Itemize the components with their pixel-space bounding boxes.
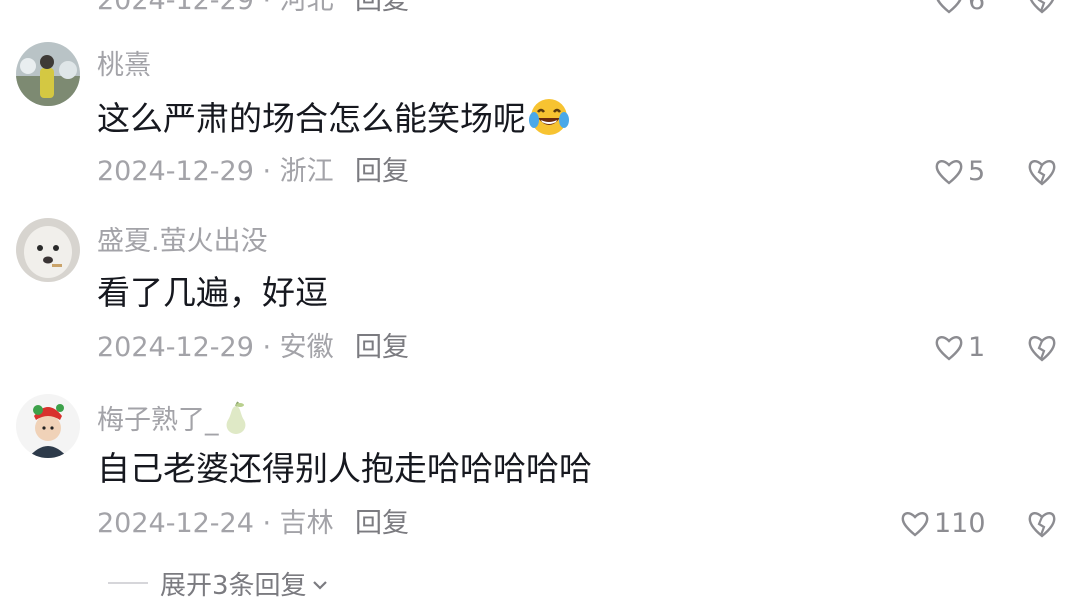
pear-icon xyxy=(221,401,251,435)
comment-username[interactable]: 梅子熟了_ xyxy=(97,401,251,438)
like-button[interactable]: 110 xyxy=(900,507,986,541)
dislike-button[interactable] xyxy=(1026,156,1058,188)
partial-reply-button[interactable]: 回复 xyxy=(355,0,409,18)
like-count: 110 xyxy=(934,508,986,539)
comment-text: 这么严肃的场合怎么能笑场呢 xyxy=(97,96,570,140)
partial-dislike-button[interactable] xyxy=(1026,0,1058,16)
expand-replies-button[interactable]: 展开3条回复 xyxy=(108,566,329,601)
comment-meta: 2024-12-29 · 安徽 xyxy=(97,332,334,363)
broken-heart-icon xyxy=(1028,336,1056,362)
comment-username[interactable]: 盛夏.萤火出没 xyxy=(97,225,268,259)
broken-heart-icon xyxy=(1028,512,1056,538)
avatar[interactable] xyxy=(16,394,80,458)
chevron-down-icon xyxy=(311,568,329,598)
comment-text: 看了几遍，好逗 xyxy=(97,273,328,312)
reply-button[interactable]: 回复 xyxy=(355,331,409,365)
partial-comment-meta: 2024-12-29 · 河北 xyxy=(97,0,334,16)
divider xyxy=(108,582,148,584)
avatar[interactable] xyxy=(16,42,80,106)
avatar[interactable] xyxy=(16,218,80,282)
comment-text: 自己老婆还得别人抱走哈哈哈哈哈 xyxy=(97,449,592,488)
comment-meta: 2024-12-24 · 吉林 xyxy=(97,508,334,539)
heart-icon xyxy=(934,158,964,186)
dislike-button[interactable] xyxy=(1026,332,1058,364)
comment-meta: 2024-12-29 · 浙江 xyxy=(97,156,334,187)
heart-icon xyxy=(900,510,930,538)
reply-button[interactable]: 回复 xyxy=(355,507,409,541)
laughing-crying-emoji-icon xyxy=(528,96,570,138)
partial-like-button[interactable]: 6 xyxy=(934,0,985,18)
reply-button[interactable]: 回复 xyxy=(355,155,409,189)
broken-heart-icon xyxy=(1028,160,1056,186)
heart-icon xyxy=(934,334,964,362)
like-button[interactable]: 5 xyxy=(934,155,985,189)
dislike-button[interactable] xyxy=(1026,508,1058,540)
like-count: 5 xyxy=(968,156,986,187)
like-button[interactable]: 1 xyxy=(934,331,985,365)
heart-icon xyxy=(934,0,964,15)
broken-heart-icon xyxy=(1029,0,1055,14)
comment-username[interactable]: 桃熹 xyxy=(97,49,151,83)
like-count: 1 xyxy=(968,332,986,363)
